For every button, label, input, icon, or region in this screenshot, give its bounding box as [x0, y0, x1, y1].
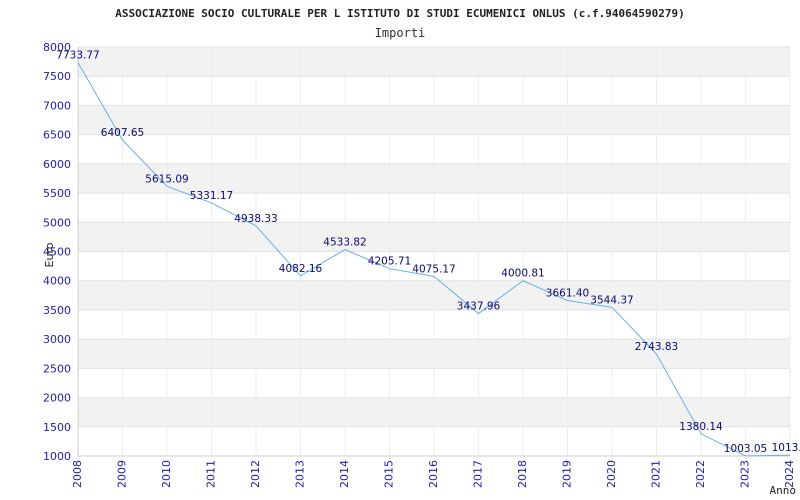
x-tick-label: 2015 [383, 460, 396, 488]
y-tick-label: 2000 [43, 392, 71, 405]
data-label: 3661.40 [546, 287, 589, 299]
x-tick-label: 2012 [249, 460, 262, 488]
x-tick-label: 2023 [739, 460, 752, 488]
x-tick-label: 2010 [160, 460, 173, 488]
y-tick-label: 5000 [43, 216, 71, 229]
x-tick-label: 2011 [205, 460, 218, 488]
chart-subtitle: Importi [375, 26, 426, 40]
x-tick-label: 2019 [561, 460, 574, 488]
y-tick-label: 7500 [43, 70, 71, 83]
x-tick-label: 2008 [71, 460, 84, 488]
line-chart: ASSOCIAZIONE SOCIO CULTURALE PER L ISTIT… [43, 7, 800, 497]
x-axis-title: Anno [770, 484, 797, 497]
y-axis-title: Euro [43, 242, 56, 267]
data-label: 5331.17 [190, 190, 233, 202]
data-label: 3437.96 [457, 301, 501, 313]
y-tick-label: 1500 [43, 421, 71, 434]
data-label: 7733.77 [56, 50, 99, 62]
x-tick-label: 2021 [650, 460, 663, 488]
x-tick-label: 2022 [694, 460, 707, 488]
data-label: 1013.2 [772, 442, 800, 454]
data-label: 4205.71 [368, 256, 411, 268]
y-tick-label: 3000 [43, 333, 71, 346]
data-label: 6407.65 [101, 127, 144, 139]
y-tick-label: 7000 [43, 99, 71, 112]
data-label: 3544.37 [590, 294, 633, 306]
data-label: 4075.17 [412, 263, 455, 275]
x-tick-label: 2017 [472, 460, 485, 488]
x-tick-label: 2014 [338, 460, 351, 488]
data-label: 4082.16 [279, 263, 323, 275]
data-label: 4000.81 [501, 268, 544, 280]
x-tick-label: 2018 [516, 460, 529, 488]
data-label: 4533.82 [323, 237, 366, 249]
x-tick-label: 2016 [427, 460, 440, 488]
data-label: 1380.14 [679, 421, 723, 433]
x-tick-label: 2020 [605, 460, 618, 488]
y-tick-label: 3500 [43, 304, 71, 317]
x-tick-label: 2013 [294, 460, 307, 488]
data-label: 1003.05 [724, 443, 767, 455]
y-tick-label: 6000 [43, 158, 71, 171]
data-label: 2743.83 [635, 341, 678, 353]
y-tick-label: 5500 [43, 187, 71, 200]
y-tick-label: 1000 [43, 450, 71, 463]
y-tick-label: 4000 [43, 275, 71, 288]
y-tick-label: 2500 [43, 362, 71, 375]
chart-title: ASSOCIAZIONE SOCIO CULTURALE PER L ISTIT… [115, 7, 685, 20]
x-axis-ticks: 2008 2009 2010 2011 2012 2013 2014 2015 2016 2017… [71, 460, 796, 488]
y-tick-label: 6500 [43, 129, 71, 142]
data-label: 5615.09 [145, 173, 188, 185]
data-label: 4938.33 [234, 213, 277, 225]
x-tick-label: 2009 [116, 460, 129, 488]
